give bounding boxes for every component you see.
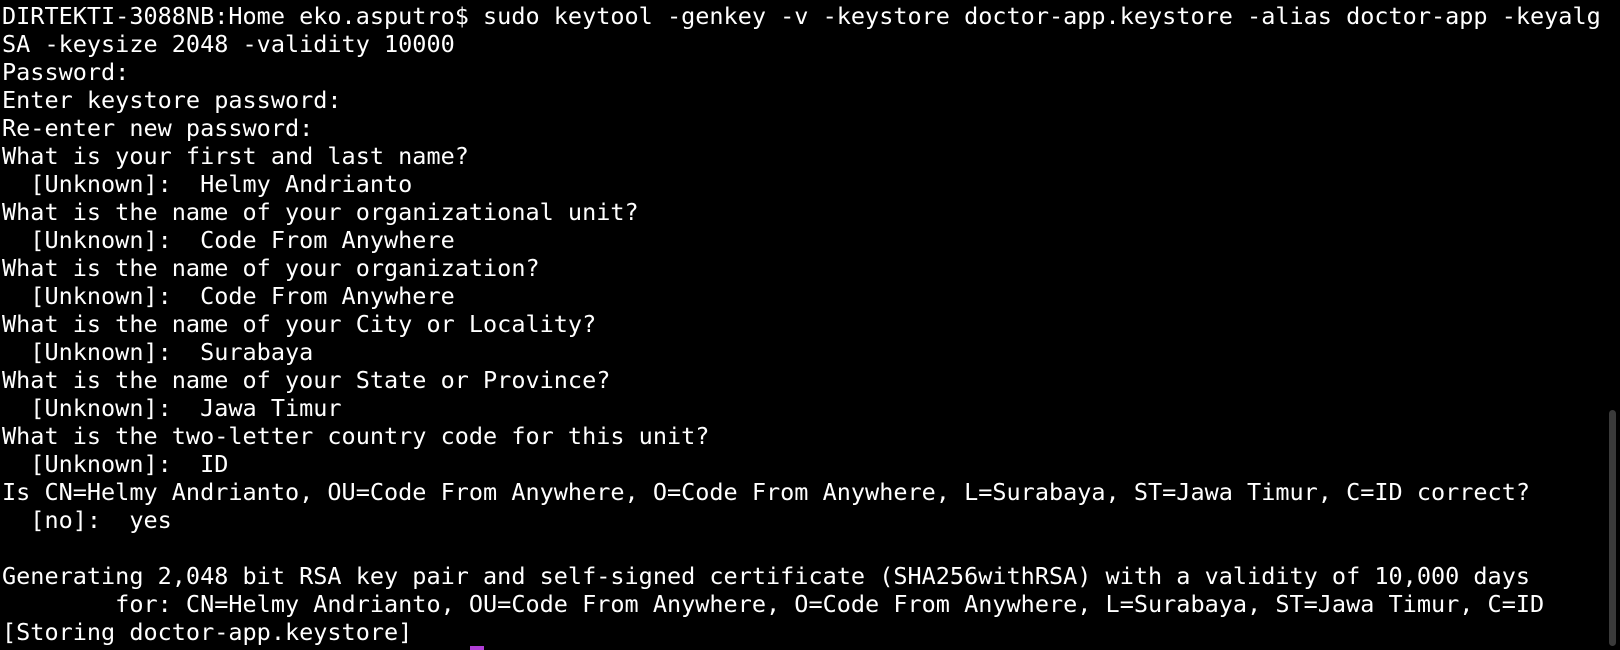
terminal-cursor: [470, 646, 484, 650]
terminal-line-6: What is your first and last name?: [2, 142, 469, 170]
terminal-line-3: Password:: [2, 58, 130, 86]
terminal-line-7: [Unknown]: Helmy Andrianto: [2, 170, 413, 198]
terminal-line-22: for: CN=Helmy Andrianto, OU=Code From An…: [2, 590, 1545, 618]
terminal-line-21: Generating 2,048 bit RSA key pair and se…: [2, 562, 1531, 590]
terminal-line-1: DIRTEKTI-3088NB:Home eko.asputro$ sudo k…: [2, 2, 1600, 30]
scrollbar-track[interactable]: [1600, 0, 1620, 650]
scrollbar-thumb[interactable]: [1609, 410, 1616, 646]
terminal-line-11: [Unknown]: Code From Anywhere: [2, 282, 455, 310]
terminal-line-8: What is the name of your organizational …: [2, 198, 639, 226]
terminal-line-2: SA -keysize 2048 -validity 10000: [2, 30, 455, 58]
terminal-line-16: What is the two-letter country code for …: [2, 422, 710, 450]
terminal-line-5: Re-enter new password:: [2, 114, 314, 142]
terminal-line-18: Is CN=Helmy Andrianto, OU=Code From Anyw…: [2, 478, 1531, 506]
terminal-line-23: [Storing doctor-app.keystore]: [2, 618, 413, 646]
terminal-output[interactable]: DIRTEKTI-3088NB:Home eko.asputro$ sudo k…: [2, 2, 1600, 650]
terminal-line-9: [Unknown]: Code From Anywhere: [2, 226, 455, 254]
terminal-line-15: [Unknown]: Jawa Timur: [2, 394, 342, 422]
terminal-prompt-line[interactable]: [2, 646, 1600, 650]
terminal-line-13: [Unknown]: Surabaya: [2, 338, 314, 366]
terminal-line-12: What is the name of your City or Localit…: [2, 310, 597, 338]
terminal-window[interactable]: DIRTEKTI-3088NB:Home eko.asputro$ sudo k…: [0, 0, 1620, 650]
terminal-line-10: What is the name of your organization?: [2, 254, 540, 282]
terminal-line-14: What is the name of your State or Provin…: [2, 366, 611, 394]
terminal-line-19: [no]: yes: [2, 506, 172, 534]
terminal-line-4: Enter keystore password:: [2, 86, 342, 114]
terminal-line-20: [2, 534, 1600, 562]
terminal-line-17: [Unknown]: ID: [2, 450, 229, 478]
